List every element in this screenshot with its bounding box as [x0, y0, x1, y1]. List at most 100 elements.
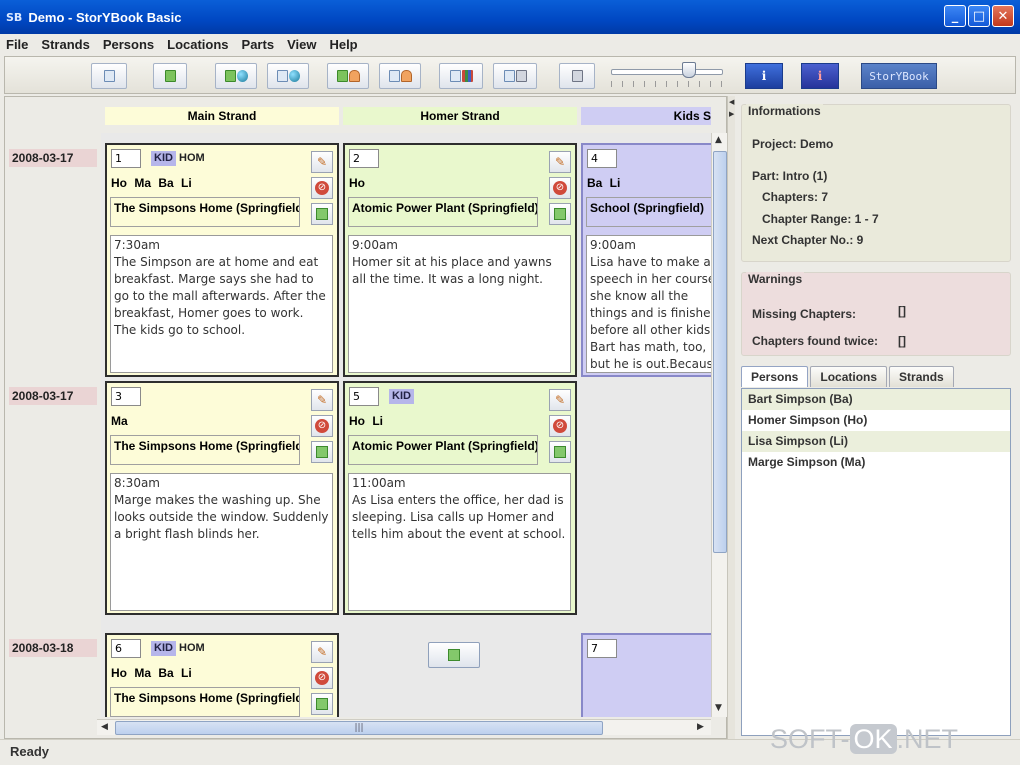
- minimize-button[interactable]: _: [944, 5, 966, 27]
- new-scene-button[interactable]: [311, 203, 333, 225]
- strands-icon: [461, 70, 473, 82]
- tab-strands[interactable]: Strands: [889, 366, 954, 387]
- scene-card[interactable]: 1 KID HOM Ho Ma Ba Li The Simpsons Home …: [105, 143, 339, 377]
- new-scene-button[interactable]: [311, 441, 333, 463]
- close-button[interactable]: ✕: [992, 5, 1014, 27]
- warnings-title: Warnings: [746, 272, 805, 286]
- scene-text[interactable]: 9:00am Homer sit at his place and yawns …: [348, 235, 571, 373]
- tab-persons[interactable]: Persons: [741, 366, 809, 387]
- list-icon: [276, 70, 288, 82]
- list-item[interactable]: Marge Simpson (Ma): [742, 452, 1010, 473]
- menu-view[interactable]: View: [287, 37, 316, 52]
- scene-location: School (Springfield): [586, 197, 711, 227]
- edit-scene-button[interactable]: ✎: [311, 151, 333, 173]
- pencil-icon: ✎: [316, 393, 328, 407]
- new-scene-button[interactable]: [549, 441, 571, 463]
- add-scene-button[interactable]: [428, 642, 480, 668]
- vertical-scrollbar[interactable]: ▲ ▼: [711, 133, 727, 717]
- storybook-logo: StorYBook: [861, 63, 937, 89]
- warning-info-button[interactable]: i: [801, 63, 839, 89]
- strand-tag-kid: KID: [151, 151, 176, 166]
- book-view-button[interactable]: [559, 63, 595, 89]
- scene-card[interactable]: 4 Ba Li School (Springfield) 9:00am Lisa…: [581, 143, 711, 377]
- scroll-right-icon[interactable]: ▶: [697, 722, 704, 732]
- edit-scene-button[interactable]: ✎: [549, 151, 571, 173]
- scene-card[interactable]: 3 Ma The Simpsons Home (Springfield) ✎ ⊘…: [105, 381, 339, 615]
- list-item[interactable]: Bart Simpson (Ba): [742, 389, 1010, 410]
- manage-persons-button[interactable]: [379, 63, 421, 89]
- chapter-number[interactable]: 4: [587, 149, 617, 168]
- menu-strands[interactable]: Strands: [41, 37, 89, 52]
- collapse-right-icon[interactable]: ▶: [729, 110, 734, 118]
- scene-persons: Ho Ma Ba Li: [111, 666, 192, 680]
- zoom-slider-thumb[interactable]: [682, 62, 696, 78]
- menu-parts[interactable]: Parts: [242, 37, 275, 52]
- menu-file[interactable]: File: [6, 37, 28, 52]
- delete-scene-button[interactable]: ⊘: [311, 667, 333, 689]
- list-icon: [388, 70, 400, 82]
- scene-card[interactable]: 2 Ho Atomic Power Plant (Springfield) ✎ …: [343, 143, 577, 377]
- delete-scene-button[interactable]: ⊘: [311, 415, 333, 437]
- pencil-icon: ✎: [316, 155, 328, 169]
- delete-scene-button[interactable]: ⊘: [549, 177, 571, 199]
- scene-text[interactable]: 9:00am Lisa have to make a speech in her…: [586, 235, 711, 373]
- maximize-button[interactable]: □: [968, 5, 990, 27]
- edit-scene-button[interactable]: ✎: [549, 389, 571, 411]
- manage-strands-button[interactable]: [439, 63, 483, 89]
- chapter-number[interactable]: 3: [111, 387, 141, 406]
- new-chapter-button[interactable]: [153, 63, 187, 89]
- pencil-icon: ✎: [554, 155, 566, 169]
- info-button[interactable]: i: [745, 63, 783, 89]
- chapter-number[interactable]: 6: [111, 639, 141, 658]
- collapse-left-icon[interactable]: ◀: [729, 98, 734, 106]
- globe-icon: [288, 70, 300, 82]
- menu-persons[interactable]: Persons: [103, 37, 154, 52]
- list-item[interactable]: Homer Simpson (Ho): [742, 410, 1010, 431]
- vertical-scroll-thumb[interactable]: [713, 151, 727, 553]
- pencil-icon: ✎: [554, 393, 566, 407]
- horizontal-scrollbar[interactable]: ◀ ||| ▶: [97, 719, 711, 735]
- edit-scene-button[interactable]: ✎: [311, 389, 333, 411]
- list-item[interactable]: Lisa Simpson (Li): [742, 431, 1010, 452]
- new-scene-button[interactable]: [549, 203, 571, 225]
- edit-scene-button[interactable]: ✎: [311, 641, 333, 663]
- new-location-button[interactable]: [215, 63, 257, 89]
- open-project-icon: [103, 70, 115, 82]
- add-icon: [448, 649, 460, 661]
- manage-locations-button[interactable]: [267, 63, 309, 89]
- app-icon: SB: [6, 10, 23, 24]
- open-project-button[interactable]: [91, 63, 127, 89]
- delete-scene-button[interactable]: ⊘: [549, 415, 571, 437]
- scroll-left-icon[interactable]: ◀: [101, 722, 108, 732]
- date-label: 2008-03-18: [9, 639, 97, 657]
- zoom-slider[interactable]: [611, 69, 723, 75]
- scene-text[interactable]: 7:30am The Simpson are at home and eat b…: [110, 235, 333, 373]
- zoom-slider-ticks: [611, 81, 723, 87]
- add-icon: [554, 446, 566, 458]
- scene-text[interactable]: 11:00am As Lisa enters the office, her d…: [348, 473, 571, 611]
- add-icon: [336, 70, 348, 82]
- chapter-number[interactable]: 1: [111, 149, 141, 168]
- panel-splitter[interactable]: ◀ ▶: [727, 96, 735, 739]
- menu-locations[interactable]: Locations: [167, 37, 228, 52]
- delete-icon: ⊘: [315, 181, 329, 195]
- delete-scene-button[interactable]: ⊘: [311, 177, 333, 199]
- scene-location: The Simpsons Home (Springfield): [110, 687, 300, 717]
- scene-text[interactable]: 8:30am Marge makes the washing up. She l…: [110, 473, 333, 611]
- tab-bar: Persons Locations Strands: [741, 366, 956, 387]
- scene-card[interactable]: 6 KID HOM Ho Ma Ba Li The Simpsons Home …: [105, 633, 339, 717]
- new-person-button[interactable]: [327, 63, 369, 89]
- chapter-number[interactable]: 5: [349, 387, 379, 406]
- scene-card[interactable]: 7: [581, 633, 711, 717]
- list-icon: [449, 70, 461, 82]
- tab-locations[interactable]: Locations: [810, 366, 888, 387]
- menu-help[interactable]: Help: [329, 37, 357, 52]
- scroll-up-icon[interactable]: ▲: [715, 135, 722, 145]
- scene-card[interactable]: 5 KID Ho Li Atomic Power Plant (Springfi…: [343, 381, 577, 615]
- horizontal-scroll-thumb[interactable]: |||: [115, 721, 603, 735]
- manage-parts-button[interactable]: [493, 63, 537, 89]
- scroll-down-icon[interactable]: ▼: [715, 703, 722, 713]
- chapter-number[interactable]: 7: [587, 639, 617, 658]
- chapter-number[interactable]: 2: [349, 149, 379, 168]
- new-scene-button[interactable]: [311, 693, 333, 715]
